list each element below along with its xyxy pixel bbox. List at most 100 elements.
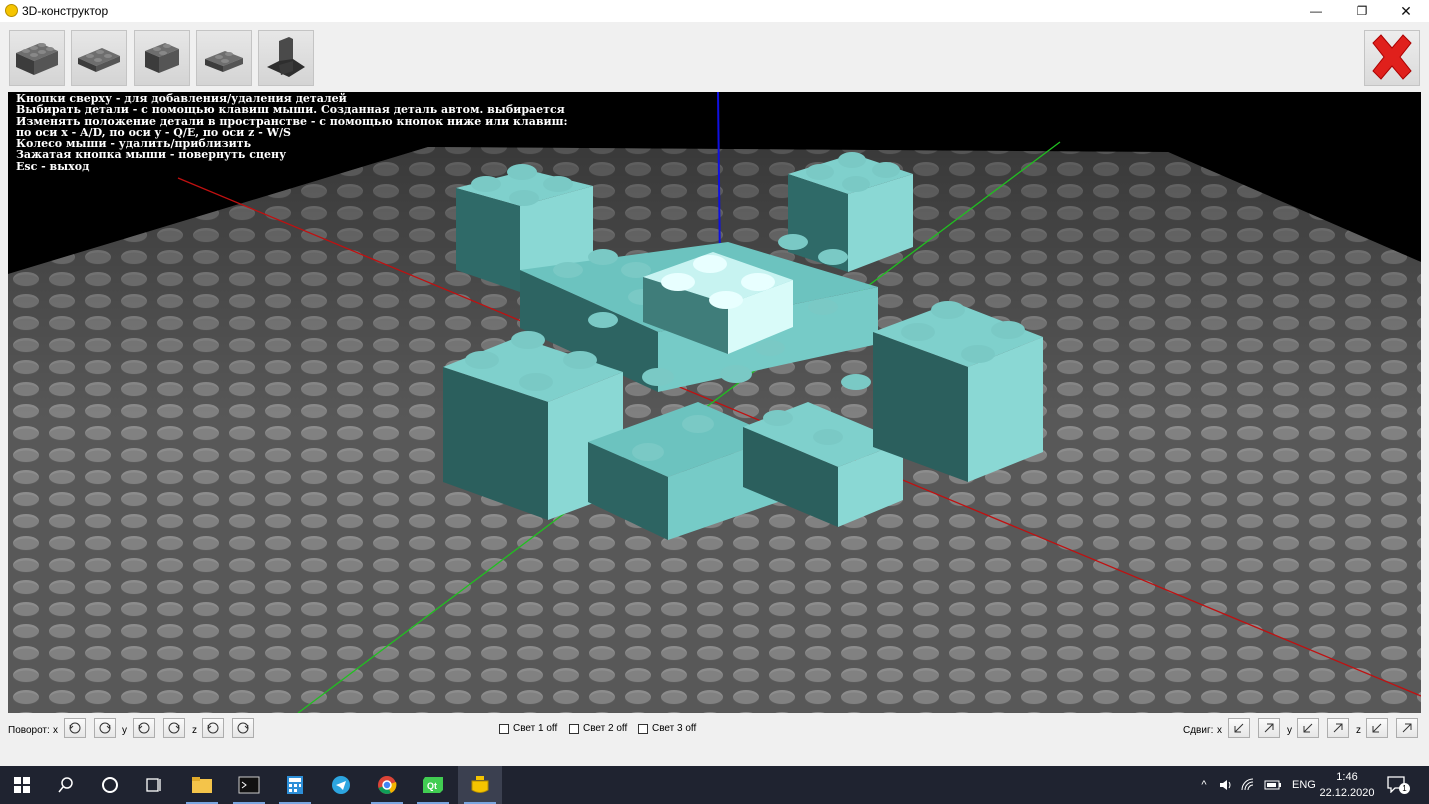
- red-x-icon: [1372, 34, 1412, 80]
- shift-x-label: x: [1217, 725, 1222, 736]
- search-button[interactable]: [44, 766, 88, 804]
- light-2-label: Свет 2 off: [583, 723, 628, 734]
- add-plate-2x4-button[interactable]: [71, 30, 127, 86]
- language-indicator[interactable]: ENG: [1292, 779, 1316, 791]
- minimize-button[interactable]: —: [1293, 0, 1339, 22]
- light-3-label: Свет 3 off: [652, 723, 697, 734]
- qt-icon: Qt: [423, 777, 443, 793]
- shift-label: Сдвиг:: [1183, 725, 1214, 736]
- slope-brick-icon: [267, 37, 305, 77]
- lego-head-icon: [471, 776, 489, 793]
- arrow-down-left-icon: [1303, 723, 1313, 733]
- scene-canvas[interactable]: [8, 92, 1421, 713]
- file-explorer-button[interactable]: [180, 766, 224, 804]
- checkbox-box[interactable]: [499, 723, 509, 734]
- windows-taskbar: Qt ^ ENG 1:46 22.12.2020 1: [0, 766, 1429, 804]
- rotate-ccw-icon: [69, 722, 81, 734]
- folder-icon: [192, 777, 212, 793]
- brick-2x2-icon: [145, 43, 179, 73]
- rotate-y-label: y: [122, 725, 127, 736]
- svg-text:Qt: Qt: [427, 781, 437, 791]
- help-text: Кнопки сверху - для добавления/удаления …: [16, 93, 568, 172]
- light-3-checkbox[interactable]: Свет 3 off: [638, 723, 696, 734]
- add-slope-brick-button[interactable]: [258, 30, 314, 86]
- rotate-y-ccw-button[interactable]: [133, 718, 155, 738]
- 3d-constructor-button[interactable]: [458, 766, 502, 804]
- checkbox-box[interactable]: [569, 723, 579, 734]
- plate-2x2-icon: [205, 51, 243, 72]
- add-brick-2x2-button[interactable]: [134, 30, 190, 86]
- light-2-checkbox[interactable]: Свет 2 off: [569, 723, 627, 734]
- calculator-icon: [287, 776, 303, 794]
- telegram-icon: [332, 776, 350, 794]
- parts-toolbar: [0, 22, 1429, 92]
- light-1-checkbox[interactable]: Свет 1 off: [499, 723, 557, 734]
- telegram-button[interactable]: [319, 766, 363, 804]
- arrow-up-right-icon: [1264, 723, 1274, 733]
- volume-icon[interactable]: [1218, 778, 1234, 792]
- shift-z-label: z: [1356, 725, 1361, 736]
- system-tray: ^ ENG: [1196, 766, 1316, 804]
- brick-back-right[interactable]: [788, 152, 913, 272]
- terminal-button[interactable]: [227, 766, 271, 804]
- add-brick-2x4-button[interactable]: [9, 30, 65, 86]
- shift-z-plus-button[interactable]: [1396, 718, 1418, 738]
- rotate-z-ccw-button[interactable]: [202, 718, 224, 738]
- calculator-button[interactable]: [273, 766, 317, 804]
- rotate-ccw-icon: [207, 722, 219, 734]
- notification-badge: 1: [1399, 783, 1410, 794]
- rotate-x-ccw-button[interactable]: [64, 718, 86, 738]
- clock-date: 22.12.2020: [1319, 787, 1375, 799]
- cortana-button[interactable]: [88, 766, 132, 804]
- title-bar: 3D-конструктор — ❐ ✕: [0, 0, 1429, 22]
- rotate-z-cw-button[interactable]: [232, 718, 254, 738]
- task-view-icon: [146, 778, 161, 792]
- clock[interactable]: 1:46 22.12.2020: [1316, 769, 1378, 801]
- shift-z-minus-button[interactable]: [1366, 718, 1388, 738]
- rotate-ccw-icon: [138, 722, 150, 734]
- brick-2x4-icon: [16, 43, 58, 75]
- chrome-icon: [378, 776, 397, 794]
- arrow-down-left-icon: [1234, 723, 1244, 733]
- app-icon: [5, 4, 18, 17]
- close-window-button[interactable]: ✕: [1383, 0, 1429, 22]
- shift-y-minus-button[interactable]: [1297, 718, 1319, 738]
- add-plate-2x2-button[interactable]: [196, 30, 252, 86]
- window-title: 3D-конструктор: [22, 4, 109, 18]
- terminal-icon: [238, 776, 260, 794]
- start-button[interactable]: [0, 766, 44, 804]
- rotate-x-label: x: [53, 725, 58, 736]
- rotate-x-cw-button[interactable]: [94, 718, 116, 738]
- clock-time: 1:46: [1336, 771, 1358, 783]
- shift-y-plus-button[interactable]: [1327, 718, 1349, 738]
- qt-creator-button[interactable]: Qt: [411, 766, 455, 804]
- chevron-up-icon[interactable]: ^: [1196, 779, 1212, 791]
- plate-2x4-icon: [78, 48, 120, 72]
- rotate-label: Поворот:: [8, 725, 50, 736]
- notifications-button[interactable]: 1: [1386, 775, 1412, 795]
- delete-part-button[interactable]: [1364, 30, 1420, 86]
- chrome-button[interactable]: [365, 766, 409, 804]
- maximize-button[interactable]: ❐: [1339, 0, 1385, 22]
- task-view-button[interactable]: [132, 766, 176, 804]
- arrow-down-left-icon: [1372, 723, 1382, 733]
- shift-x-minus-button[interactable]: [1228, 718, 1250, 738]
- battery-icon[interactable]: [1264, 778, 1282, 792]
- rotate-y-cw-button[interactable]: [163, 718, 185, 738]
- cortana-circle-icon: [102, 777, 118, 793]
- brick-right[interactable]: [873, 301, 1043, 482]
- rotate-cw-icon: [99, 722, 111, 734]
- rotate-z-label: z: [192, 725, 197, 736]
- scene-viewport[interactable]: Кнопки сверху - для добавления/удаления …: [8, 92, 1421, 713]
- arrow-up-right-icon: [1402, 723, 1412, 733]
- wifi-icon[interactable]: [1241, 778, 1257, 792]
- shift-x-plus-button[interactable]: [1258, 718, 1280, 738]
- rotate-cw-icon: [237, 722, 249, 734]
- checkbox-box[interactable]: [638, 723, 648, 734]
- arrow-up-right-icon: [1333, 723, 1343, 733]
- rotate-cw-icon: [168, 722, 180, 734]
- shift-y-label: y: [1287, 725, 1292, 736]
- search-icon: [58, 777, 73, 793]
- light-1-label: Свет 1 off: [513, 723, 558, 734]
- control-panel: Поворот: x y z Свет 1 off Свет 2 off Све…: [0, 713, 1429, 766]
